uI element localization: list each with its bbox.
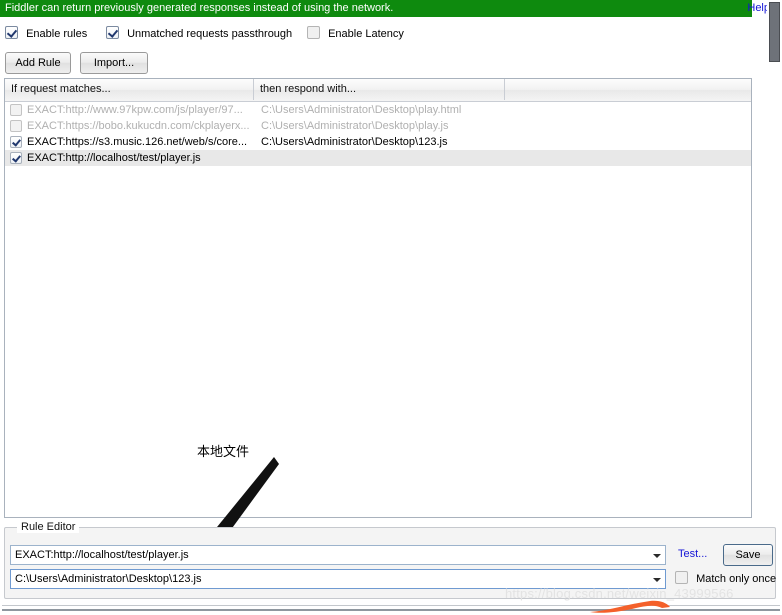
rule-match-combobox[interactable] (10, 545, 666, 565)
add-rule-button[interactable]: Add Rule (5, 52, 71, 74)
bottom-strip (0, 603, 782, 615)
options-row: Enable rules Unmatched requests passthro… (0, 24, 752, 44)
table-row[interactable]: EXACT:http://www.97kpw.com/js/player/97.… (5, 102, 751, 118)
rule-respond-input[interactable] (11, 570, 647, 588)
fiddler-autoresponder-panel: Fiddler can return previously generated … (0, 0, 782, 615)
row-enable-checkbox[interactable] (10, 120, 22, 132)
row-match-cell: EXACT:http://localhost/test/player.js (27, 152, 201, 164)
checkbox-match-only-once-box[interactable] (675, 571, 688, 584)
row-respond-cell: C:\Users\Administrator\Desktop\play.js (261, 120, 449, 132)
chevron-down-icon[interactable] (648, 546, 665, 564)
checkbox-enable-rules[interactable]: Enable rules (5, 26, 87, 40)
bottom-divider-light (2, 605, 780, 606)
rules-table-header: If request matches... then respond with.… (5, 79, 751, 102)
info-banner: Fiddler can return previously generated … (0, 0, 752, 17)
row-match-cell: EXACT:https://bobo.kukucdn.com/ckplayerx… (27, 120, 250, 132)
column-header-then-respond-with[interactable]: then respond with... (254, 79, 504, 100)
checkbox-enable-latency-label: Enable Latency (328, 28, 404, 40)
row-match-cell: EXACT:http://www.97kpw.com/js/player/97.… (27, 104, 243, 116)
column-header-extra[interactable] (505, 79, 751, 100)
checkbox-match-only-once[interactable]: Match only once (675, 571, 776, 585)
checkbox-enable-latency[interactable]: Enable Latency (307, 26, 404, 40)
rule-editor-group: Rule Editor Test... Save Match only once (4, 521, 776, 599)
row-match-cell: EXACT:https://s3.music.126.net/web/s/cor… (27, 136, 248, 148)
rules-table: If request matches... then respond with.… (4, 78, 752, 518)
table-row[interactable]: EXACT:https://bobo.kukucdn.com/ckplayerx… (5, 118, 751, 134)
rule-respond-combobox[interactable] (10, 569, 666, 589)
checkbox-unmatched-passthrough[interactable]: Unmatched requests passthrough (106, 26, 292, 40)
rule-match-input[interactable] (11, 546, 647, 564)
annotation-label: 本地文件 (197, 445, 250, 460)
vertical-scrollbar[interactable] (767, 0, 782, 615)
import-button[interactable]: Import... (80, 52, 148, 74)
column-header-if-request-matches[interactable]: If request matches... (5, 79, 253, 100)
bottom-divider-dark (2, 609, 780, 611)
row-respond-cell: C:\Users\Administrator\Desktop\play.html (261, 104, 462, 116)
rule-editor-legend: Rule Editor (17, 521, 80, 533)
checkbox-enable-latency-box[interactable] (307, 26, 320, 39)
checkbox-unmatched-passthrough-label: Unmatched requests passthrough (127, 28, 293, 40)
save-button[interactable]: Save (723, 544, 773, 566)
chevron-down-icon[interactable] (648, 570, 665, 588)
row-enable-checkbox[interactable] (10, 136, 22, 148)
row-enable-checkbox[interactable] (10, 104, 22, 116)
row-respond-cell: C:\Users\Administrator\Desktop\123.js (261, 136, 448, 148)
info-banner-text: Fiddler can return previously generated … (5, 2, 394, 14)
test-link[interactable]: Test... (678, 548, 707, 560)
row-enable-checkbox[interactable] (10, 152, 22, 164)
vertical-scrollbar-thumb[interactable] (769, 2, 780, 62)
checkbox-match-only-once-label: Match only once (696, 573, 777, 585)
checkbox-unmatched-passthrough-box[interactable] (106, 26, 119, 39)
checkbox-enable-rules-box[interactable] (5, 26, 18, 39)
table-row[interactable]: EXACT:https://s3.music.126.net/web/s/cor… (5, 134, 751, 150)
table-row-selected[interactable]: EXACT:http://localhost/test/player.js (5, 150, 751, 166)
checkbox-enable-rules-label: Enable rules (26, 28, 88, 40)
